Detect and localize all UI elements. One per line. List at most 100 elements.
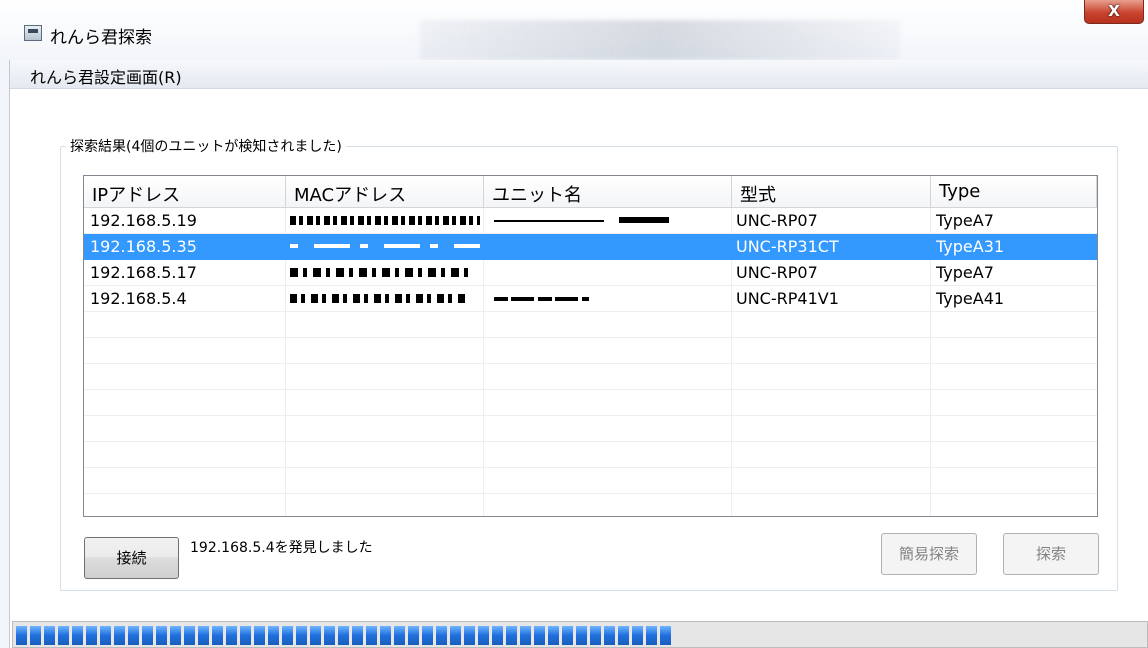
progress-block (478, 626, 489, 645)
cell-type: TypeA7 (936, 211, 994, 230)
progress-block (72, 626, 83, 645)
progress-block (534, 626, 545, 645)
progress-block (184, 626, 195, 645)
table-row[interactable]: 192.168.5.35 UNC-RP31CT TypeA31 (84, 234, 1097, 260)
column-header-ip[interactable]: IPアドレス (84, 176, 286, 208)
redacted-unit-name (494, 220, 604, 222)
progress-block (618, 626, 629, 645)
progress-block (296, 626, 307, 645)
close-button[interactable]: X (1084, 0, 1144, 24)
cell-ip: 192.168.5.17 (90, 263, 197, 282)
progress-block (576, 626, 587, 645)
table-row[interactable]: 192.168.5.17 UNC-RP07 TypeA7 (84, 260, 1097, 286)
column-header-model[interactable]: 型式 (732, 176, 931, 208)
cell-model: UNC-RP31CT (736, 237, 839, 256)
list-header: IPアドレス MACアドレス ユニット名 型式 Type (84, 176, 1097, 208)
cell-model: UNC-RP07 (736, 263, 818, 282)
progress-block (212, 626, 223, 645)
search-results-label: 探索結果(4個のユニットが検知されました) (66, 136, 346, 156)
progress-block (646, 626, 657, 645)
cell-ip: 192.168.5.19 (90, 211, 197, 230)
cell-ip: 192.168.5.4 (90, 289, 187, 308)
progress-block (380, 626, 391, 645)
cell-model: UNC-RP41V1 (736, 289, 839, 308)
progress-block (408, 626, 419, 645)
window-title: れんら君探索 (50, 28, 152, 48)
progress-block (520, 626, 531, 645)
title-bar: れんら君探索 X (0, 0, 1148, 60)
progress-block (422, 626, 433, 645)
progress-block (324, 626, 335, 645)
progress-block (114, 626, 125, 645)
table-row[interactable]: 192.168.5.19 UNC-RP07 TypeA7 (84, 208, 1097, 234)
progress-block (254, 626, 265, 645)
cell-type: TypeA31 (936, 237, 1005, 256)
search-button[interactable]: 探索 (1003, 533, 1099, 575)
unit-list[interactable]: IPアドレス MACアドレス ユニット名 型式 Type 192.168.5.1… (83, 175, 1098, 517)
progress-block (338, 626, 349, 645)
grid-line (84, 337, 1097, 338)
progress-block (240, 626, 251, 645)
progress-block (128, 626, 139, 645)
progress-block (16, 626, 27, 645)
column-header-type[interactable]: Type (931, 176, 1097, 208)
progress-block (632, 626, 643, 645)
progress-block (156, 626, 167, 645)
progress-block (100, 626, 111, 645)
status-message: 192.168.5.4を発見しました (190, 540, 373, 556)
progress-block (198, 626, 209, 645)
progress-block (44, 626, 55, 645)
cell-type: TypeA7 (936, 263, 994, 282)
progress-block (282, 626, 293, 645)
progress-block (310, 626, 321, 645)
progress-block (394, 626, 405, 645)
progress-block (590, 626, 601, 645)
progress-block (352, 626, 363, 645)
progress-fill (16, 626, 671, 645)
grid-line (84, 493, 1097, 494)
progress-block (170, 626, 181, 645)
progress-block (86, 626, 97, 645)
grid-line (84, 441, 1097, 442)
simple-search-button[interactable]: 簡易探索 (881, 533, 977, 575)
redacted-mac (290, 216, 480, 225)
redacted-unit-name (619, 217, 669, 223)
redacted-unit-name (494, 297, 589, 301)
progress-block (562, 626, 573, 645)
progress-block (58, 626, 69, 645)
progress-block (366, 626, 377, 645)
progress-block (464, 626, 475, 645)
progress-block (226, 626, 237, 645)
redacted-mac (290, 294, 465, 303)
progress-block (450, 626, 461, 645)
redacted-mac (290, 244, 480, 248)
menu-bar: れんら君設定画面(R) (10, 60, 1148, 89)
column-header-unit-name[interactable]: ユニット名 (484, 176, 732, 208)
window-frame-left (0, 60, 10, 648)
grid-line (84, 415, 1097, 416)
progress-block (436, 626, 447, 645)
grid-line (84, 389, 1097, 390)
cell-ip: 192.168.5.35 (90, 237, 197, 256)
progress-block (660, 626, 671, 645)
redacted-mac (290, 268, 472, 277)
progress-block (142, 626, 153, 645)
column-header-mac[interactable]: MACアドレス (286, 176, 484, 208)
menu-item-settings[interactable]: れんら君設定画面(R) (30, 64, 182, 88)
progress-block (268, 626, 279, 645)
app-icon (24, 25, 42, 41)
grid-line (84, 467, 1097, 468)
table-row[interactable]: 192.168.5.4 UNC-RP41V1 TypeA41 (84, 286, 1097, 312)
cell-model: UNC-RP07 (736, 211, 818, 230)
connect-button[interactable]: 接続 (84, 537, 179, 579)
close-icon: X (1108, 2, 1120, 20)
progress-block (548, 626, 559, 645)
progress-block (492, 626, 503, 645)
progress-block (30, 626, 41, 645)
background-window-ghost (420, 20, 900, 60)
progress-block (506, 626, 517, 645)
grid-line (84, 363, 1097, 364)
progress-block (604, 626, 615, 645)
cell-type: TypeA41 (936, 289, 1005, 308)
search-progress-bar (12, 621, 1148, 648)
